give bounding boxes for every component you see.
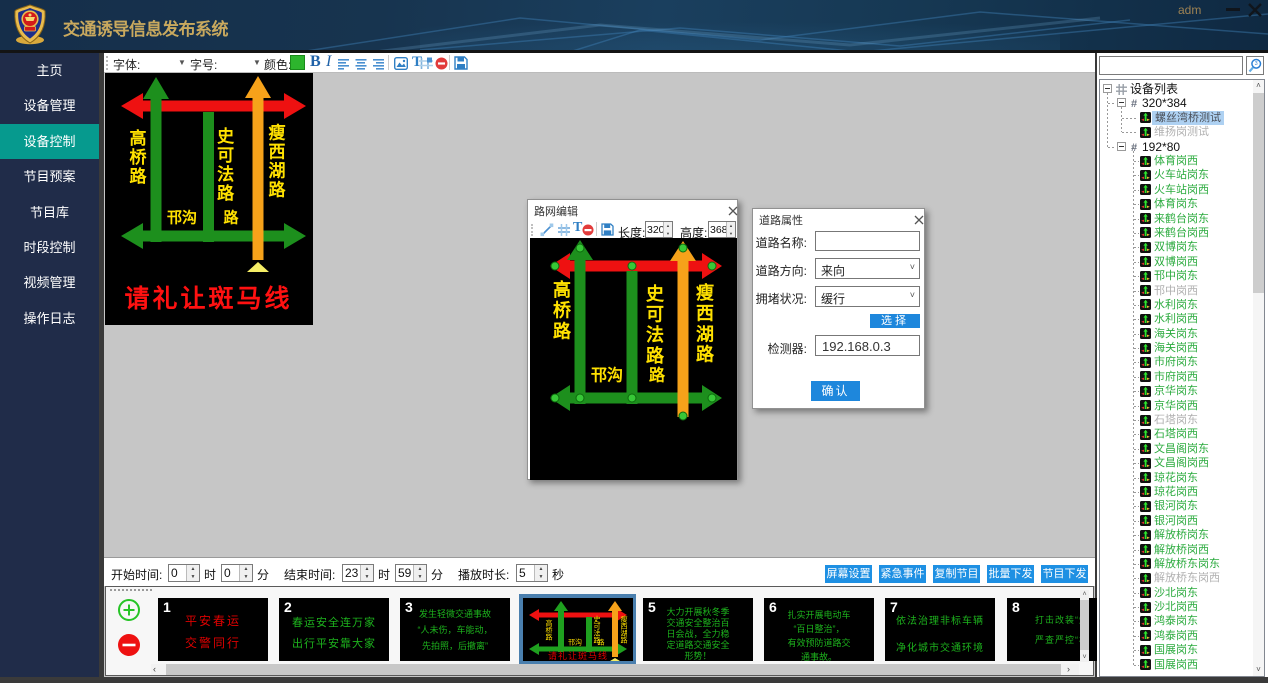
svg-text:路: 路 [546, 633, 553, 642]
svg-text:史: 史 [646, 283, 665, 304]
svg-text:路: 路 [646, 345, 665, 366]
svg-text:路: 路 [553, 320, 572, 341]
svg-text:路: 路 [649, 366, 666, 385]
svg-text:高: 高 [130, 128, 147, 148]
svg-text:史: 史 [217, 126, 235, 146]
svg-text:法: 法 [646, 324, 664, 345]
svg-text:湖: 湖 [269, 161, 286, 180]
svg-text:桥: 桥 [130, 148, 148, 167]
svg-text:湖: 湖 [621, 629, 628, 638]
svg-text:瘦: 瘦 [621, 615, 628, 624]
svg-text:3: 3 [1255, 61, 1258, 67]
svg-text:请礼让斑马线: 请礼让斑马线 [124, 284, 292, 313]
svg-text:路: 路 [621, 636, 628, 645]
svg-text:桥: 桥 [553, 300, 572, 321]
svg-text:瘦: 瘦 [269, 122, 286, 142]
svg-text:路: 路 [130, 166, 148, 186]
svg-text:法: 法 [594, 629, 601, 638]
svg-text:可: 可 [646, 305, 664, 325]
svg-text:可: 可 [217, 146, 234, 165]
svg-text:湖: 湖 [696, 324, 714, 344]
svg-text:路: 路 [269, 180, 287, 200]
svg-text:路: 路 [217, 183, 235, 203]
svg-text:法: 法 [217, 164, 234, 184]
svg-text:瘦: 瘦 [696, 282, 714, 303]
svg-text:路: 路 [223, 209, 239, 227]
svg-text:路: 路 [696, 344, 715, 365]
svg-text:史: 史 [594, 615, 601, 624]
svg-text:可: 可 [594, 623, 601, 631]
svg-text:桥: 桥 [546, 626, 553, 635]
svg-text:高: 高 [546, 619, 553, 628]
svg-text:邗沟: 邗沟 [167, 209, 197, 227]
svg-text:邗沟: 邗沟 [568, 638, 582, 647]
svg-text:西: 西 [696, 304, 714, 324]
svg-text:邗沟: 邗沟 [591, 366, 623, 385]
svg-text:西: 西 [621, 623, 628, 631]
svg-text:路: 路 [598, 638, 605, 647]
svg-text:西: 西 [269, 142, 286, 161]
svg-text:高: 高 [553, 279, 571, 300]
